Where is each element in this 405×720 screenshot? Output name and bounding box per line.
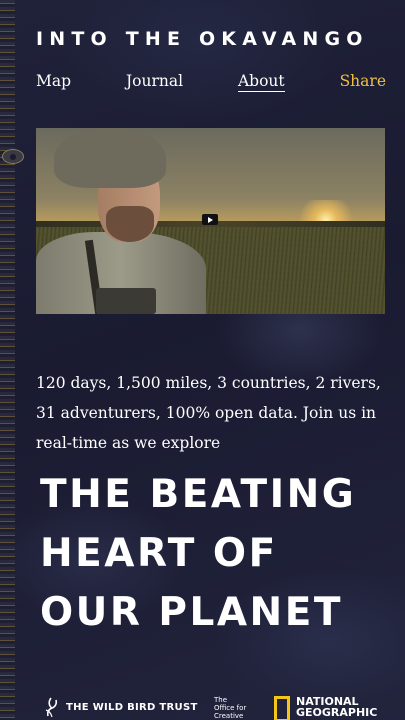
headline: THE BEATING HEART OF OUR PLANET bbox=[40, 465, 390, 642]
nav-journal[interactable]: Journal bbox=[126, 72, 183, 92]
national-geographic-logo[interactable]: NATIONAL GEOGRAPHIC bbox=[274, 696, 377, 720]
intro-text: 120 days, 1,500 miles, 3 countries, 2 ri… bbox=[36, 374, 381, 452]
play-button[interactable] bbox=[202, 214, 218, 225]
nav-share[interactable]: Share bbox=[340, 72, 386, 92]
explorer-figure bbox=[36, 128, 206, 314]
timeline-marker-icon[interactable] bbox=[2, 149, 24, 164]
site-title[interactable]: INTO THE OKAVANGO bbox=[36, 28, 386, 50]
bird-icon bbox=[45, 697, 58, 718]
play-icon bbox=[207, 216, 213, 223]
natgeo-frame-icon bbox=[274, 696, 290, 720]
nav-about[interactable]: About bbox=[237, 72, 285, 92]
headline-line: HEART OF bbox=[40, 531, 278, 576]
nav-map[interactable]: Map bbox=[36, 72, 71, 92]
wild-bird-trust-logo[interactable]: THE WILD BIRD TRUST bbox=[40, 696, 198, 718]
headline-line: THE BEATING bbox=[40, 472, 357, 517]
headline-line: OUR PLANET bbox=[40, 590, 343, 635]
office-creative-logo[interactable]: The Office for Creative bbox=[214, 696, 246, 720]
main-nav: Map Journal About Share bbox=[36, 72, 386, 92]
timeline-rail[interactable] bbox=[0, 0, 15, 720]
intro-video[interactable] bbox=[36, 128, 385, 314]
wild-bird-trust-label: THE WILD BIRD TRUST bbox=[66, 701, 198, 713]
partner-logos: THE WILD BIRD TRUST The Office for Creat… bbox=[40, 694, 400, 720]
